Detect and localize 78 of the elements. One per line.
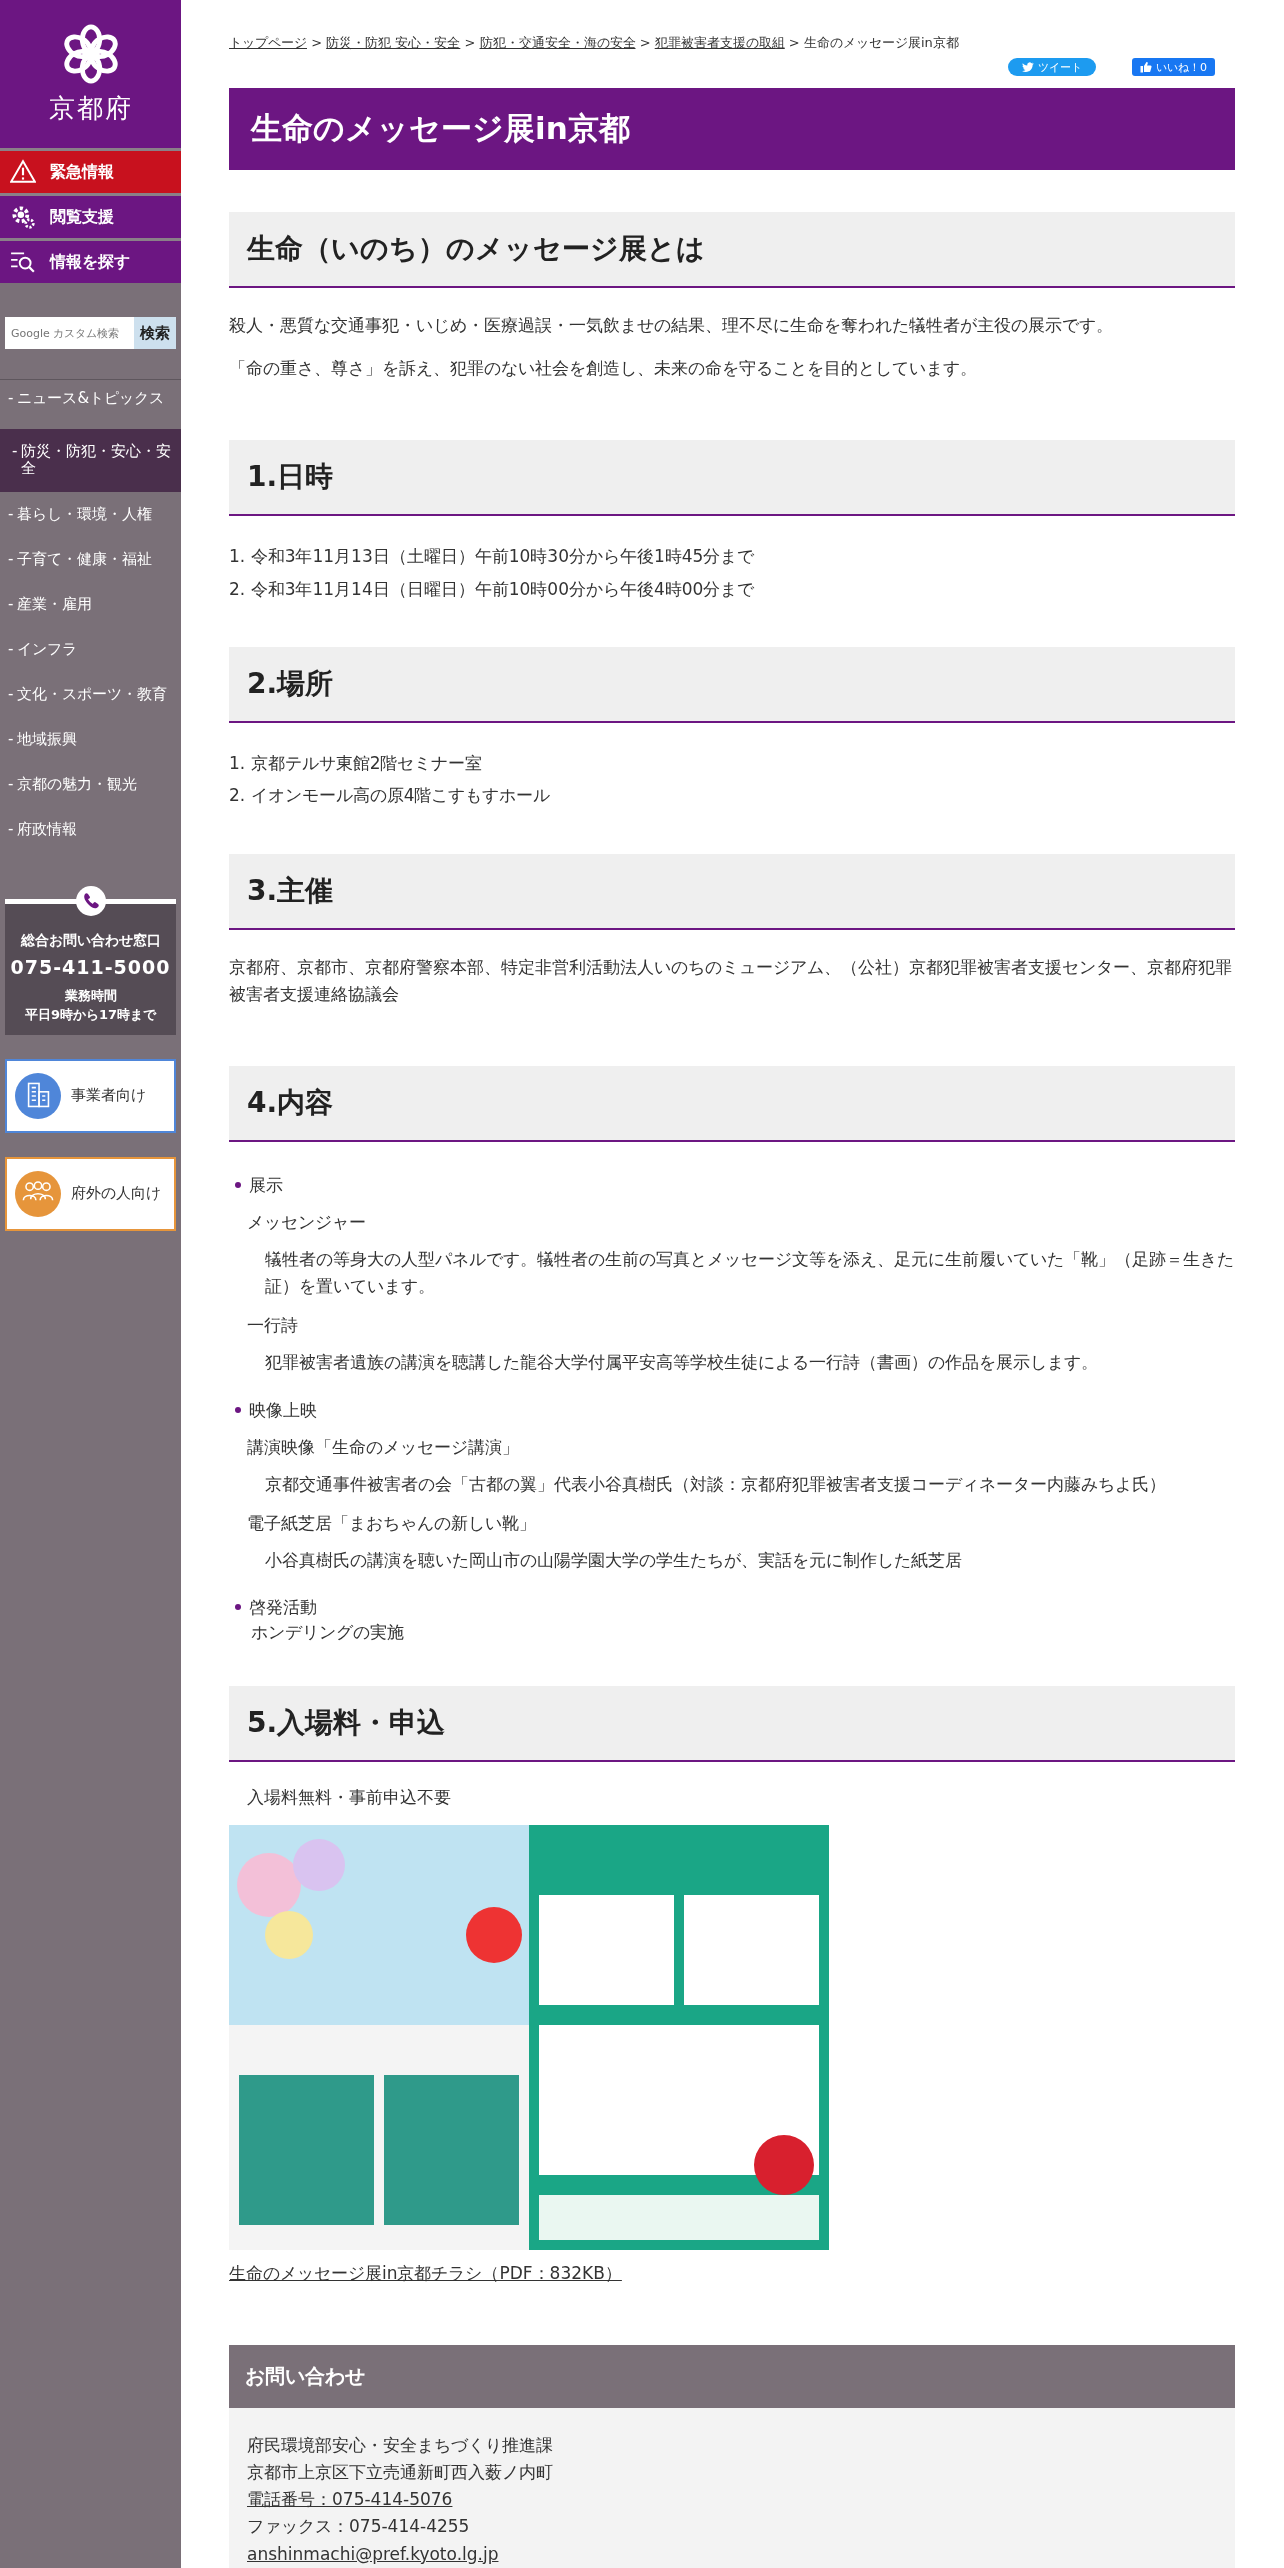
- breadcrumb-separator: >: [464, 35, 476, 50]
- bullet-icon: [235, 1407, 241, 1413]
- item-title: 講演映像「生命のメッセージ講演」: [247, 1435, 520, 1459]
- search-field[interactable]: Google カスタム検索: [5, 317, 134, 349]
- bullet-icon: [235, 1182, 241, 1189]
- item-description: 京都交通事件被害者の会「古都の翼」代表小谷真樹氏（対談：京都府犯罪被害者支援コーディネーター内藤みちよ氏）: [265, 1472, 1167, 1496]
- audience-link[interactable]: 府外の人向け: [5, 1156, 176, 1231]
- nav-item[interactable]: - 暮らし・環境・人権: [0, 495, 181, 541]
- contact-text: 府民環境部安心・安全まちづくり推進課: [247, 2433, 553, 2457]
- nav-item[interactable]: - 府政情報: [0, 810, 181, 856]
- search-button[interactable]: 検索: [134, 317, 176, 349]
- breadcrumb-link[interactable]: トップページ: [229, 35, 307, 50]
- breadcrumb-separator: >: [788, 35, 800, 50]
- inquiry-header: お問い合わせ: [229, 2344, 1235, 2408]
- item-title: 電子紙芝居「まおちゃんの新しい靴」: [247, 1511, 537, 1535]
- item-description: ホンデリングの実施: [251, 1620, 405, 1644]
- section-heading: 2.場所: [229, 646, 1235, 723]
- paragraph: 入場料無料・事前申込不要: [247, 1785, 452, 1809]
- nav-item[interactable]: - ニュース&トピックス: [0, 380, 181, 425]
- nav-item[interactable]: - 京都の魅力・観光: [0, 765, 181, 811]
- breadcrumb-link[interactable]: 犯罪被害者支援の取組: [654, 35, 785, 50]
- list-item: 2. 令和3年11月14日（日曜日）午前10時00分から午後4時00分まで: [229, 577, 756, 601]
- nav-item[interactable]: - 防災・防犯・安心・安全: [0, 429, 181, 492]
- paragraph: 「命の重さ、尊さ」を訴え、犯罪のない社会を創造し、未来の命を守ることを目的としています。: [229, 357, 978, 381]
- bird-icon: [1022, 61, 1034, 73]
- item-description: 犯罪被害者遺族の講演を聴講した龍谷大学付属平安高等学校生徒による一行詩（書画）の作品を展示します。: [265, 1351, 1099, 1375]
- nav-item[interactable]: - 子育て・健康・福祉: [0, 540, 181, 586]
- phone-number: 075-411-5000: [9, 955, 172, 978]
- list-item: 啓発活動: [249, 1595, 317, 1619]
- pdf-link[interactable]: 生命のメッセージ展in京都チラシ（PDF：832KB）: [229, 2261, 622, 2285]
- contact-text: ファックス：075-414-4255: [247, 2515, 470, 2539]
- paragraph: 京都府、京都市、京都府警察本部、特定非営利活動法人いのちのミュージアム、（公社）京都犯罪被害者支援センター、京都府犯罪被害者支援連絡協議会: [229, 955, 1233, 1006]
- menu-button[interactable]: 閲覧支援: [0, 193, 181, 238]
- section-heading: 1.日時: [229, 440, 1235, 517]
- gear-icon: [10, 204, 36, 230]
- item-description: 小谷真樹氏の講演を聴いた岡山市の山陽学園大学の学生たちが、実話を元に制作した紙芝居: [265, 1548, 963, 1572]
- section-heading: 5.入場料・申込: [229, 1685, 1235, 1762]
- audience-link[interactable]: 事業者向け: [5, 1058, 176, 1133]
- breadcrumb-link[interactable]: 防災・防犯 安心・安全: [326, 35, 461, 50]
- breadcrumb-link[interactable]: 防犯・交通安全・海の安全: [479, 35, 636, 50]
- nav-item[interactable]: - 産業・雇用: [0, 585, 181, 631]
- list-item: 2. イオンモール高の原4階こすもすホール: [229, 784, 552, 808]
- contact-link[interactable]: 電話番号：075-414-5076: [247, 2486, 453, 2514]
- warning-icon: [10, 159, 36, 185]
- list-item: 1. 令和3年11月13日（土曜日）午前10時30分から午後1時45分まで: [229, 545, 756, 569]
- logo-header[interactable]: 京都府: [0, 0, 181, 148]
- item-title: 一行詩: [247, 1314, 299, 1338]
- thumbs-up-icon: [1140, 61, 1152, 73]
- menu-button[interactable]: 情報を探す: [0, 238, 181, 283]
- hours-text: 平日9時から17時まで: [23, 1006, 158, 1024]
- page-title: 生命のメッセージ展in京都: [229, 88, 1235, 170]
- list-item: 映像上映: [249, 1398, 317, 1422]
- breadcrumb-separator: >: [639, 35, 651, 50]
- section-heading: 4.内容: [229, 1065, 1235, 1142]
- nav-item[interactable]: - インフラ: [0, 630, 181, 676]
- contact-text: 京都市上京区下立売通新町西入薮ノ内町: [247, 2461, 553, 2485]
- nav-item[interactable]: - 文化・スポーツ・教育: [0, 675, 181, 721]
- bullet-icon: [235, 1604, 241, 1611]
- like-button[interactable]: いいね！0: [1132, 58, 1215, 76]
- search-icon: [10, 249, 36, 275]
- contact-link[interactable]: anshinmachi@pref.kyoto.lg.jp: [247, 2540, 499, 2568]
- list-item: 1. 京都テルサ東館2階セミナー室: [229, 751, 484, 775]
- menu-button[interactable]: 緊急情報: [0, 148, 181, 193]
- breadcrumb-current: 生命のメッセージ展in京都: [803, 35, 959, 50]
- paragraph: 殺人・悪質な交通事犯・いじめ・医療過誤・一気飲ませの結果、理不尽に生命を奪われた犠牲者が主役の展示です。: [229, 314, 1114, 337]
- flower-emblem-icon: [61, 22, 120, 85]
- list-item: 展示: [249, 1173, 283, 1197]
- nav-item[interactable]: - 地域振興: [0, 720, 181, 766]
- contact-title: 総合お問い合わせ窓口: [19, 931, 162, 950]
- section-heading: 3.主催: [229, 853, 1235, 930]
- hours-label: 業務時間: [63, 986, 118, 1005]
- item-description: 犠牲者の等身大の人型パネルです。犠牲者の生前の写真とメッセージ文等を添え、足元に生前履いていた「靴」（足跡＝生きた証）を置いています。: [265, 1247, 1235, 1299]
- contact-panel[interactable]: 総合お問い合わせ窓口 075-411-5000 業務時間 平日9時から17時まで: [5, 898, 176, 1035]
- logo-text: 京都府: [48, 91, 133, 125]
- item-title: メッセンジャー: [247, 1210, 367, 1234]
- breadcrumb-separator: >: [311, 35, 323, 50]
- section-heading: 生命（いのち）のメッセージ展とは: [229, 212, 1235, 288]
- phone-icon: [75, 885, 106, 916]
